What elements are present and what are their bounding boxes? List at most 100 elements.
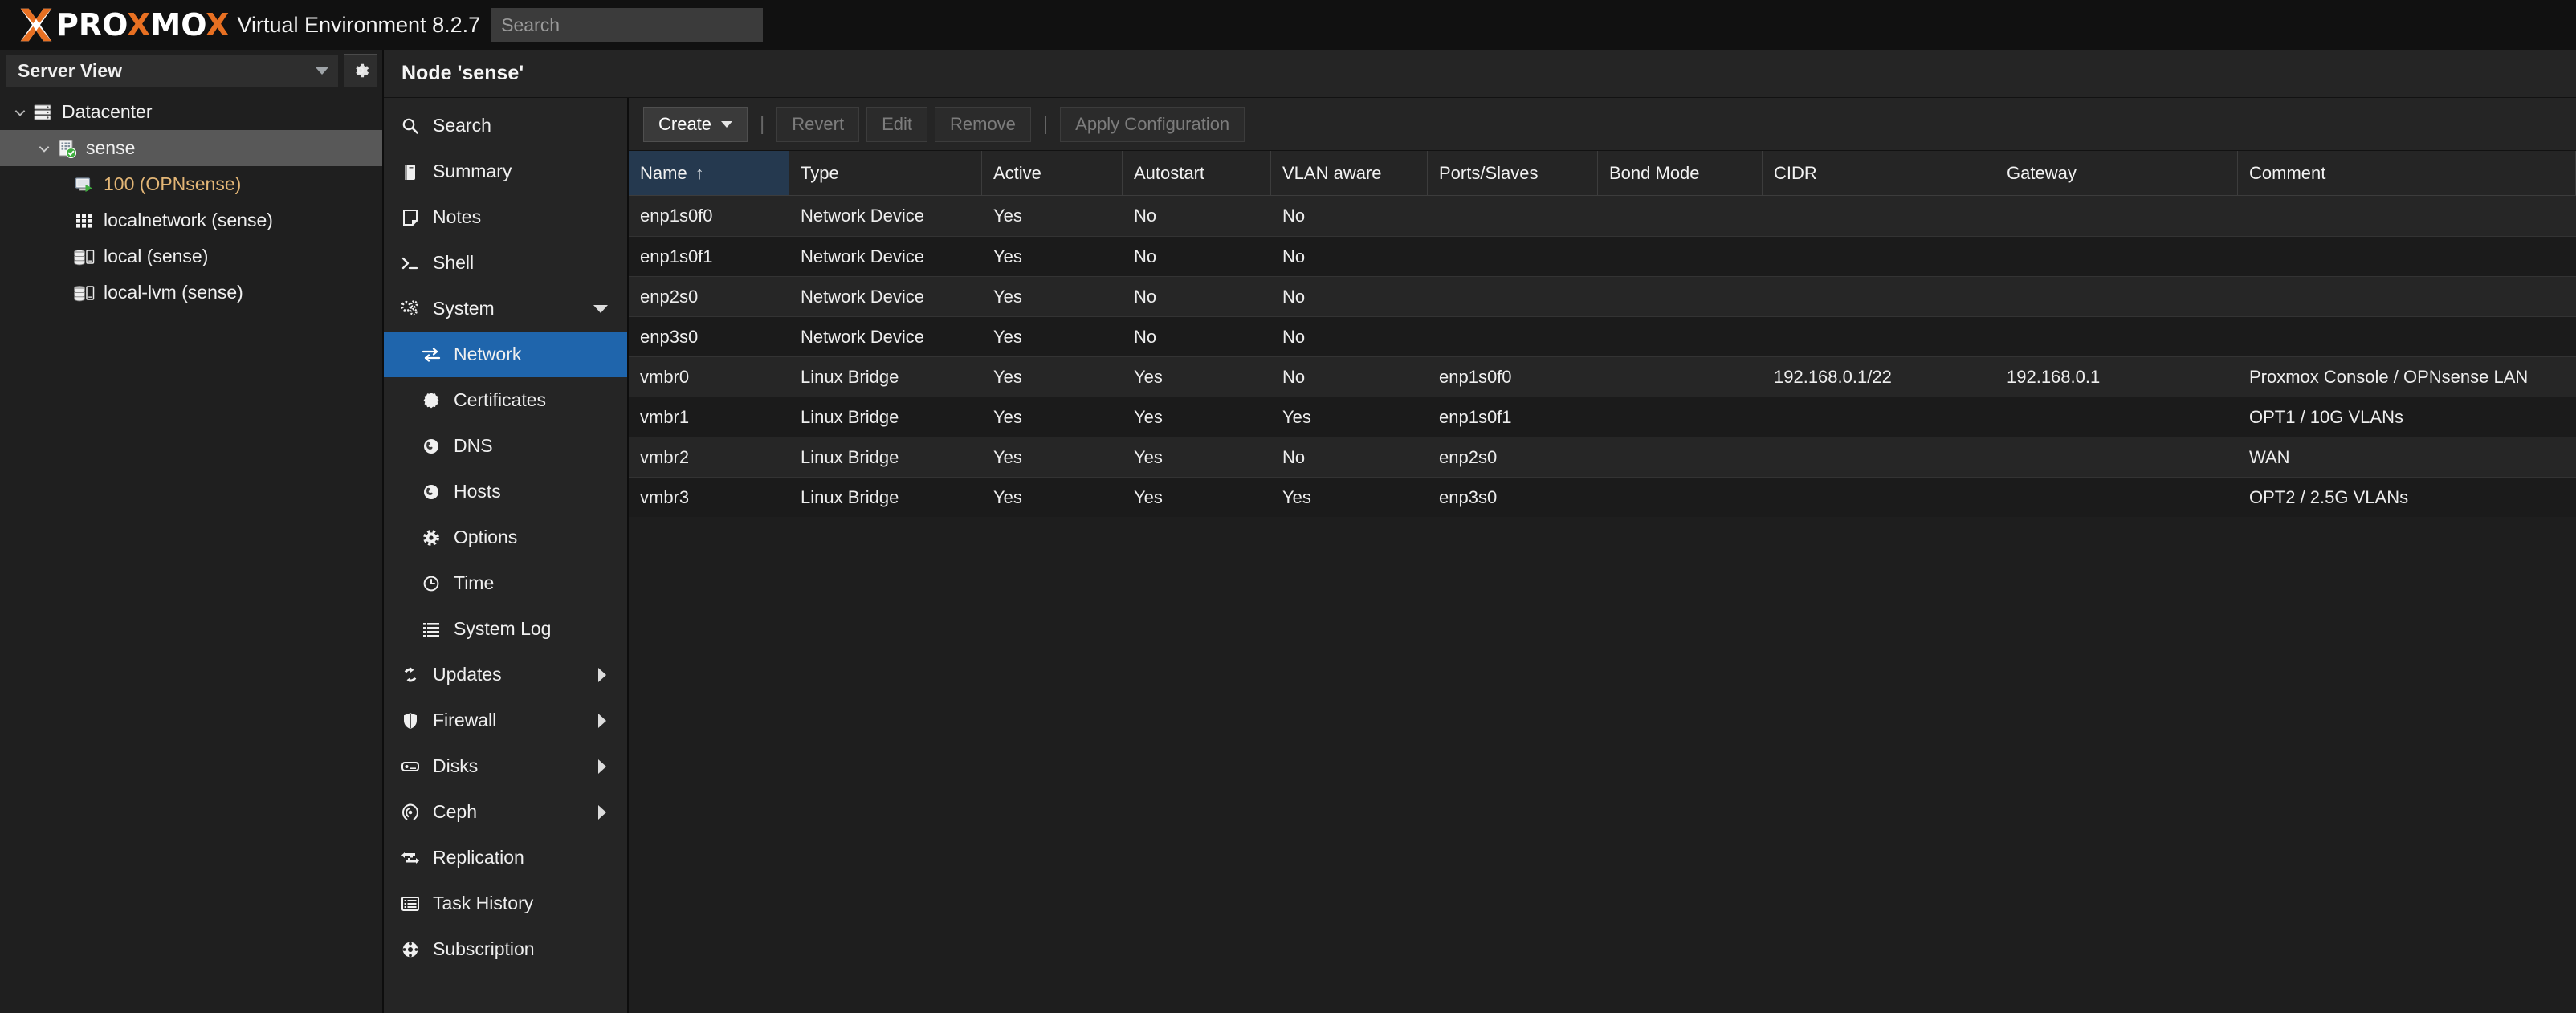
column-header-type[interactable]: Type — [789, 151, 982, 195]
nav-item-ceph[interactable]: Ceph — [384, 789, 627, 835]
subscription-icon — [398, 938, 422, 961]
table-row[interactable]: enp1s0f0 Network Device Yes No No — [629, 196, 2576, 236]
table-cell-gateway — [1995, 196, 2238, 236]
table-row[interactable]: vmbr3 Linux Bridge Yes Yes Yes enp3s0 OPT2 / 2… — [629, 477, 2576, 517]
column-header-vlan-aware[interactable]: VLAN aware — [1271, 151, 1428, 195]
table-row[interactable]: enp3s0 Network Device Yes No No — [629, 316, 2576, 356]
nav-item-hosts[interactable]: Hosts — [384, 469, 627, 515]
task-list-icon — [398, 893, 422, 915]
expand-collapse-chevron-down-icon[interactable] — [34, 141, 55, 156]
table-cell-bond — [1598, 437, 1763, 477]
logo-letter-x2: X — [206, 7, 230, 43]
chevron-down-icon[interactable] — [593, 304, 608, 313]
tree-item-storage-local-lvm[interactable]: local-lvm (sense) — [0, 275, 382, 311]
chevron-right-icon[interactable] — [598, 667, 606, 682]
network-swap-icon — [419, 344, 443, 366]
tree-settings-button[interactable] — [344, 54, 377, 87]
tree-item-storage-local[interactable]: local (sense) — [0, 238, 382, 275]
nav-item-time[interactable]: Time — [384, 560, 627, 606]
column-header-label: Ports/Slaves — [1439, 162, 1539, 183]
table-cell-autostart: No — [1134, 205, 1157, 226]
column-header-autostart[interactable]: Autostart — [1123, 151, 1271, 195]
tree-item-label: localnetwork (sense) — [104, 210, 273, 230]
nav-item-shell[interactable]: Shell — [384, 240, 627, 286]
create-button[interactable]: Create — [643, 106, 748, 142]
global-search-input[interactable] — [491, 8, 764, 42]
nav-item-dns[interactable]: DNS — [384, 423, 627, 469]
chevron-right-icon[interactable] — [598, 713, 606, 728]
column-header-comment[interactable]: Comment — [2238, 151, 2576, 195]
chevron-right-icon[interactable] — [598, 759, 606, 774]
nav-item-label: Shell — [433, 252, 475, 273]
nav-item-task-history[interactable]: Task History — [384, 881, 627, 926]
nav-item-label: Disks — [433, 755, 479, 776]
tree-item-sdn-localnetwork[interactable]: localnetwork (sense) — [0, 202, 382, 238]
column-header-name[interactable]: Name ↑ — [629, 151, 789, 195]
column-header-gateway[interactable]: Gateway — [1995, 151, 2238, 195]
tree-item-node-sense[interactable]: sense — [0, 130, 382, 166]
resource-tree: Datacenter sense 100 (OPNsense) localnet… — [0, 92, 382, 1013]
nav-item-system-log[interactable]: System Log — [384, 606, 627, 652]
nav-item-disks[interactable]: Disks — [384, 743, 627, 789]
datacenter-icon — [31, 100, 55, 124]
table-header-row: Name ↑ Type Active Autostart VLAN aware … — [629, 151, 2576, 196]
nav-item-notes[interactable]: Notes — [384, 194, 627, 240]
replication-icon — [398, 847, 422, 869]
column-header-cidr[interactable]: CIDR — [1763, 151, 1995, 195]
nav-item-certificates[interactable]: Certificates — [384, 377, 627, 423]
table-cell-vlan: No — [1282, 366, 1306, 387]
nav-item-updates[interactable]: Updates — [384, 652, 627, 698]
proxmox-logo[interactable]: PROXMOX — [18, 6, 229, 43]
table-cell-cidr — [1763, 277, 1995, 316]
tree-item-datacenter[interactable]: Datacenter — [0, 94, 382, 130]
table-cell-name: enp1s0f1 — [640, 246, 713, 266]
table-row[interactable]: enp1s0f1 Network Device Yes No No — [629, 236, 2576, 276]
revert-button-label: Revert — [792, 113, 845, 134]
nav-item-label: Hosts — [454, 481, 501, 502]
view-mode-select[interactable]: Server View — [6, 55, 338, 87]
table-cell-active: Yes — [993, 246, 1022, 266]
table-cell-ports: enp2s0 — [1439, 446, 1498, 467]
table-cell-type: Network Device — [801, 205, 925, 226]
nav-item-options[interactable]: Options — [384, 515, 627, 560]
logo-letter-x1: X — [127, 7, 151, 43]
column-header-active[interactable]: Active — [982, 151, 1123, 195]
apply-configuration-button[interactable]: Apply Configuration — [1060, 106, 1245, 142]
table-cell-cidr — [1763, 237, 1995, 276]
nav-item-label: Firewall — [433, 710, 497, 730]
tree-item-label: sense — [86, 137, 136, 158]
table-row[interactable]: enp2s0 Network Device Yes No No — [629, 276, 2576, 316]
nav-item-search[interactable]: Search — [384, 103, 627, 148]
main-content-area: Node 'sense' Search Summary Notes Shell … — [384, 50, 2576, 1013]
remove-button[interactable]: Remove — [935, 106, 1031, 142]
table-cell-bond — [1598, 357, 1763, 397]
tree-item-label: local (sense) — [104, 246, 209, 266]
chevron-right-icon[interactable] — [598, 804, 606, 820]
tree-item-vm-100[interactable]: 100 (OPNsense) — [0, 166, 382, 202]
column-header-bond-mode[interactable]: Bond Mode — [1598, 151, 1763, 195]
table-row[interactable]: vmbr2 Linux Bridge Yes Yes No enp2s0 WAN — [629, 437, 2576, 477]
column-header-label: VLAN aware — [1282, 162, 1382, 183]
refresh-icon — [398, 664, 422, 686]
nav-item-system[interactable]: System — [384, 286, 627, 332]
table-cell-active: Yes — [993, 486, 1022, 507]
expand-collapse-chevron-down-icon[interactable] — [10, 105, 31, 120]
table-cell-vlan: No — [1282, 246, 1306, 266]
column-header-ports-slaves[interactable]: Ports/Slaves — [1428, 151, 1598, 195]
table-cell-vlan: No — [1282, 326, 1306, 347]
table-row[interactable]: vmbr1 Linux Bridge Yes Yes Yes enp1s0f1 OPT1 /… — [629, 397, 2576, 437]
nav-item-network[interactable]: Network — [384, 332, 627, 377]
nav-item-summary[interactable]: Summary — [384, 148, 627, 194]
nav-item-firewall[interactable]: Firewall — [384, 698, 627, 743]
edit-button[interactable]: Edit — [866, 106, 927, 142]
column-header-label: Bond Mode — [1609, 162, 1700, 183]
table-cell-name: vmbr2 — [640, 446, 690, 467]
nav-item-label: Subscription — [433, 938, 535, 959]
table-cell-bond — [1598, 237, 1763, 276]
revert-button[interactable]: Revert — [776, 106, 860, 142]
table-row[interactable]: vmbr0 Linux Bridge Yes Yes No enp1s0f0 192.168… — [629, 356, 2576, 397]
nav-item-replication[interactable]: Replication — [384, 835, 627, 881]
nav-item-subscription[interactable]: Subscription — [384, 926, 627, 972]
terminal-icon — [398, 252, 422, 275]
table-cell-name: enp3s0 — [640, 326, 699, 347]
